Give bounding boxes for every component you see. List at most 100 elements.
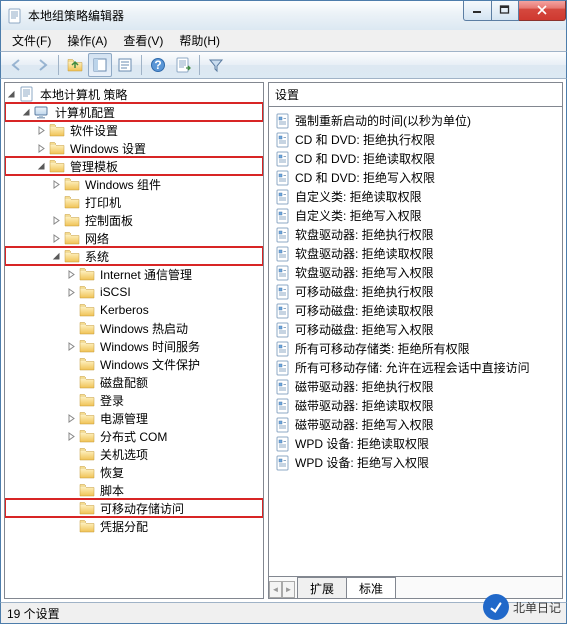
- policy-item[interactable]: WPD 设备: 拒绝写入权限: [275, 453, 558, 472]
- tree-item[interactable]: 磁盘配额: [5, 373, 263, 391]
- forward-button[interactable]: [30, 53, 54, 77]
- expander-closed-icon[interactable]: [35, 124, 48, 137]
- app-icon: [7, 8, 23, 24]
- policy-item[interactable]: WPD 设备: 拒绝读取权限: [275, 434, 558, 453]
- tree-item[interactable]: Windows 组件: [5, 175, 263, 193]
- tree-item-label: 本地计算机 策略: [38, 85, 129, 104]
- folder-icon: [64, 248, 80, 264]
- maximize-button[interactable]: [492, 1, 519, 21]
- policy-item[interactable]: 软盘驱动器: 拒绝写入权限: [275, 263, 558, 282]
- expander-open-icon[interactable]: [35, 160, 48, 173]
- expander-closed-icon[interactable]: [65, 268, 78, 281]
- tree-item[interactable]: 控制面板: [5, 211, 263, 229]
- tree-pane[interactable]: 本地计算机 策略计算机配置软件设置Windows 设置管理模板Windows 组…: [4, 82, 264, 599]
- tree-item[interactable]: 电源管理: [5, 409, 263, 427]
- expander-none: [65, 304, 78, 317]
- expander-closed-icon[interactable]: [50, 178, 63, 191]
- list-header-label: 设置: [275, 86, 299, 103]
- menu-file[interactable]: 文件(F): [5, 30, 58, 51]
- policy-item[interactable]: 所有可移动存储: 允许在远程会话中直接访问: [275, 358, 558, 377]
- filter-button[interactable]: [204, 53, 228, 77]
- policy-item[interactable]: 可移动磁盘: 拒绝执行权限: [275, 282, 558, 301]
- minimize-button[interactable]: [463, 1, 492, 21]
- tree-item[interactable]: Windows 设置: [5, 139, 263, 157]
- policy-item[interactable]: 磁带驱动器: 拒绝执行权限: [275, 377, 558, 396]
- properties-button[interactable]: [113, 53, 137, 77]
- policy-item[interactable]: CD 和 DVD: 拒绝执行权限: [275, 130, 558, 149]
- expander-closed-icon[interactable]: [65, 286, 78, 299]
- policy-item[interactable]: 软盘驱动器: 拒绝执行权限: [275, 225, 558, 244]
- tree-item[interactable]: 软件设置: [5, 121, 263, 139]
- menu-action[interactable]: 操作(A): [60, 30, 114, 51]
- tree-item[interactable]: 打印机: [5, 193, 263, 211]
- tree-item[interactable]: 登录: [5, 391, 263, 409]
- statusbar: 19 个设置 北单日记: [0, 602, 567, 624]
- help-button[interactable]: ?: [146, 53, 170, 77]
- policy-setting-icon: [275, 208, 291, 224]
- tree-item[interactable]: Windows 热启动: [5, 319, 263, 337]
- expander-closed-icon[interactable]: [65, 412, 78, 425]
- doc-icon: [19, 86, 35, 102]
- tree-item[interactable]: Kerberos: [5, 301, 263, 319]
- policy-list-pane[interactable]: 强制重新启动的时间(以秒为单位)CD 和 DVD: 拒绝执行权限CD 和 DVD…: [268, 106, 563, 577]
- tree-item[interactable]: 脚本: [5, 481, 263, 499]
- tree-item[interactable]: 可移动存储访问: [5, 499, 263, 517]
- policy-item-label: 软盘驱动器: 拒绝写入权限: [295, 264, 434, 281]
- policy-item-label: WPD 设备: 拒绝读取权限: [295, 435, 429, 452]
- back-button[interactable]: [5, 53, 29, 77]
- tree-item[interactable]: 恢复: [5, 463, 263, 481]
- expander-closed-icon[interactable]: [35, 142, 48, 155]
- tree-item[interactable]: Windows 文件保护: [5, 355, 263, 373]
- tree-item[interactable]: 凭据分配: [5, 517, 263, 535]
- folder-icon: [79, 464, 95, 480]
- tree-item[interactable]: 本地计算机 策略: [5, 85, 263, 103]
- policy-item[interactable]: 强制重新启动的时间(以秒为单位): [275, 111, 558, 130]
- tree-item[interactable]: 系统: [5, 247, 263, 265]
- policy-item-label: 自定义类: 拒绝写入权限: [295, 207, 422, 224]
- policy-item-label: 磁带驱动器: 拒绝写入权限: [295, 416, 434, 433]
- tree-item[interactable]: Internet 通信管理: [5, 265, 263, 283]
- policy-item[interactable]: 磁带驱动器: 拒绝读取权限: [275, 396, 558, 415]
- policy-item[interactable]: 可移动磁盘: 拒绝写入权限: [275, 320, 558, 339]
- show-tree-button[interactable]: [88, 53, 112, 77]
- tree-item[interactable]: iSCSI: [5, 283, 263, 301]
- tab-scroll-left[interactable]: ◄: [269, 581, 282, 598]
- folder-icon: [64, 212, 80, 228]
- policy-item[interactable]: CD 和 DVD: 拒绝写入权限: [275, 168, 558, 187]
- policy-item[interactable]: 所有可移动存储类: 拒绝所有权限: [275, 339, 558, 358]
- policy-item[interactable]: 软盘驱动器: 拒绝读取权限: [275, 244, 558, 263]
- expander-closed-icon[interactable]: [65, 430, 78, 443]
- expander-open-icon[interactable]: [50, 250, 63, 263]
- policy-item-label: 强制重新启动的时间(以秒为单位): [295, 112, 471, 129]
- tab-extended[interactable]: 扩展: [297, 577, 347, 598]
- expander-none: [50, 196, 63, 209]
- expander-closed-icon[interactable]: [50, 232, 63, 245]
- tree-item[interactable]: 管理模板: [5, 157, 263, 175]
- policy-item[interactable]: 磁带驱动器: 拒绝写入权限: [275, 415, 558, 434]
- tree-item-label: 计算机配置: [53, 103, 117, 122]
- close-button[interactable]: [519, 1, 566, 21]
- expander-closed-icon[interactable]: [50, 214, 63, 227]
- policy-item[interactable]: 自定义类: 拒绝读取权限: [275, 187, 558, 206]
- expander-none: [65, 376, 78, 389]
- menu-view[interactable]: 查看(V): [116, 30, 170, 51]
- policy-item[interactable]: 可移动磁盘: 拒绝读取权限: [275, 301, 558, 320]
- tree-item[interactable]: 网络: [5, 229, 263, 247]
- tab-standard[interactable]: 标准: [346, 577, 396, 598]
- tree-item[interactable]: 关机选项: [5, 445, 263, 463]
- menu-help[interactable]: 帮助(H): [172, 30, 227, 51]
- expander-open-icon[interactable]: [20, 106, 33, 119]
- tree-item[interactable]: Windows 时间服务: [5, 337, 263, 355]
- tree-item-label: 脚本: [98, 481, 126, 500]
- policy-item[interactable]: CD 和 DVD: 拒绝读取权限: [275, 149, 558, 168]
- expander-closed-icon[interactable]: [65, 340, 78, 353]
- tree-item[interactable]: 计算机配置: [5, 103, 263, 121]
- policy-item[interactable]: 自定义类: 拒绝写入权限: [275, 206, 558, 225]
- up-level-button[interactable]: [63, 53, 87, 77]
- expander-open-icon[interactable]: [5, 88, 18, 101]
- export-button[interactable]: [171, 53, 195, 77]
- tab-scroll-right[interactable]: ►: [282, 581, 295, 598]
- tree-item[interactable]: 分布式 COM: [5, 427, 263, 445]
- tree-item-label: Windows 组件: [83, 175, 163, 194]
- policy-setting-icon: [275, 284, 291, 300]
